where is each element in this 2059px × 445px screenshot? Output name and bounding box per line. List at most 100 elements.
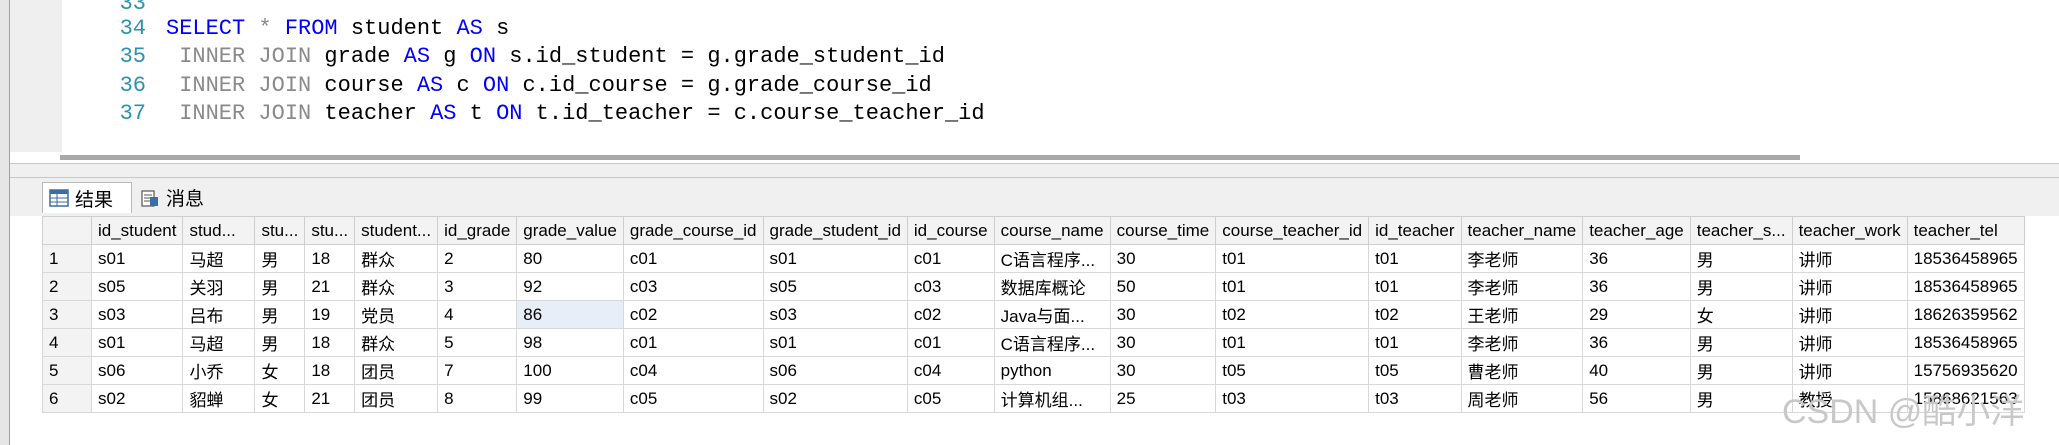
grid-cell[interactable]: 18 — [304, 328, 356, 357]
grid-cell[interactable]: 36 — [1582, 244, 1691, 273]
grid-cell[interactable]: 男 — [1689, 356, 1793, 385]
grid-cell[interactable]: t01 — [1368, 328, 1462, 357]
table-row[interactable]: 2 s05 关羽男 21 群众 3 92 c03 s05 c03 数据库概论 50 t01 t01 李老师 3… — [42, 272, 2025, 301]
grid-cell[interactable]: 86 — [516, 300, 624, 329]
grid-cell[interactable]: s01 — [90, 244, 184, 273]
grid-cell[interactable]: C语言程序... — [993, 244, 1111, 273]
grid-cell[interactable]: 男 — [254, 328, 306, 357]
row-number-cell[interactable]: 2 — [42, 272, 92, 301]
grid-cell[interactable]: 3 — [437, 272, 518, 301]
grid-cell[interactable]: c04 — [622, 356, 764, 385]
column-header[interactable]: teacher_tel — [1906, 216, 2025, 245]
grid-cell[interactable]: 18536458965 — [1906, 272, 2025, 301]
grid-cell[interactable]: s06 — [90, 356, 184, 385]
column-header[interactable]: stu... — [254, 216, 306, 245]
grid-cell[interactable]: t01 — [1368, 272, 1462, 301]
grid-cell[interactable]: s05 — [90, 272, 184, 301]
grid-cell[interactable]: 李老师 — [1460, 244, 1584, 273]
column-header[interactable]: id_student — [90, 216, 184, 245]
grid-cell[interactable]: s05 — [762, 272, 908, 301]
grid-cell[interactable]: c01 — [622, 328, 764, 357]
grid-cell[interactable]: 18 — [304, 244, 356, 273]
grid-cell[interactable]: s01 — [90, 328, 184, 357]
grid-cell[interactable]: 21 — [304, 272, 356, 301]
grid-cell[interactable]: 关羽 — [182, 272, 256, 301]
grid-cell[interactable]: c02 — [906, 300, 995, 329]
grid-cell[interactable]: 18 — [304, 356, 356, 385]
column-header[interactable]: course_time — [1109, 216, 1217, 245]
grid-cell[interactable]: t02 — [1215, 300, 1370, 329]
grid-cell[interactable]: 男 — [254, 244, 306, 273]
grid-cell[interactable]: 80 — [516, 244, 624, 273]
grid-cell[interactable]: c03 — [622, 272, 764, 301]
grid-cell[interactable]: 吕布 — [182, 300, 256, 329]
grid-cell[interactable]: 党员 — [354, 300, 439, 329]
grid-cell[interactable]: 7 — [437, 356, 518, 385]
grid-cell[interactable]: 8 — [437, 384, 518, 413]
grid-cell[interactable]: 30 — [1109, 244, 1217, 273]
row-number-cell[interactable]: 5 — [42, 356, 92, 385]
grid-cell[interactable]: 貂蝉 — [182, 384, 256, 413]
grid-cell[interactable]: 40 — [1582, 356, 1691, 385]
grid-cell[interactable]: 18536458965 — [1906, 328, 2025, 357]
grid-cell[interactable]: 周老师 — [1460, 384, 1584, 413]
grid-cell[interactable]: 19 — [304, 300, 356, 329]
grid-cell[interactable]: t01 — [1215, 272, 1370, 301]
grid-cell[interactable]: 讲师 — [1791, 244, 1908, 273]
grid-cell[interactable]: 36 — [1582, 328, 1691, 357]
tab-messages[interactable]: 消息 — [134, 182, 228, 213]
grid-cell[interactable]: 男 — [254, 272, 306, 301]
grid-cell[interactable]: c01 — [906, 244, 995, 273]
row-number-cell[interactable]: 4 — [42, 328, 92, 357]
grid-cell[interactable]: 群众 — [354, 272, 439, 301]
grid-cell[interactable]: 计算机组... — [993, 384, 1111, 413]
grid-cell[interactable]: C语言程序... — [993, 328, 1111, 357]
grid-cell[interactable]: 马超 — [182, 244, 256, 273]
column-header[interactable]: id_course — [906, 216, 995, 245]
grid-cell[interactable]: 讲师 — [1791, 300, 1908, 329]
row-number-cell[interactable]: 3 — [42, 300, 92, 329]
grid-cell[interactable]: 98 — [516, 328, 624, 357]
grid-cell[interactable]: t01 — [1215, 328, 1370, 357]
grid-cell[interactable]: 团员 — [354, 356, 439, 385]
editor-horizontal-scrollbar[interactable] — [60, 155, 1800, 160]
grid-cell[interactable]: 女 — [254, 356, 306, 385]
grid-cell[interactable]: 曹老师 — [1460, 356, 1584, 385]
column-header[interactable]: grade_course_id — [622, 216, 764, 245]
grid-cell[interactable]: s06 — [762, 356, 908, 385]
column-header[interactable]: stu... — [304, 216, 356, 245]
grid-cell[interactable]: 30 — [1109, 356, 1217, 385]
grid-cell[interactable]: t02 — [1368, 300, 1462, 329]
grid-cell[interactable]: 21 — [304, 384, 356, 413]
column-header[interactable]: id_grade — [437, 216, 518, 245]
grid-cell[interactable]: c01 — [906, 328, 995, 357]
grid-cell[interactable]: c02 — [622, 300, 764, 329]
grid-cell[interactable]: 4 — [437, 300, 518, 329]
grid-cell[interactable]: 男 — [1689, 244, 1793, 273]
table-row[interactable]: 3 s03 吕布男 19 党员 4 86 c02 s03 c02 Java与面... 30 t02 t02… — [42, 300, 2025, 329]
column-header[interactable]: teacher_work — [1791, 216, 1908, 245]
grid-cell[interactable]: 18626359562 — [1906, 300, 2025, 329]
grid-cell[interactable]: 50 — [1109, 272, 1217, 301]
grid-cell[interactable]: t03 — [1215, 384, 1370, 413]
tab-results[interactable]: 结果 — [42, 182, 132, 213]
grid-cell[interactable]: 36 — [1582, 272, 1691, 301]
column-header[interactable]: id_teacher — [1368, 216, 1462, 245]
grid-cell[interactable]: t01 — [1368, 244, 1462, 273]
grid-cell[interactable]: 99 — [516, 384, 624, 413]
grid-cell[interactable]: 李老师 — [1460, 272, 1584, 301]
table-row[interactable]: 4 s01 马超男 18 群众 5 98 c01 s01 c01 C语言程序... 30 t01 t01 李… — [42, 328, 2025, 357]
grid-cell[interactable]: c01 — [622, 244, 764, 273]
grid-cell[interactable]: 25 — [1109, 384, 1217, 413]
grid-cell[interactable]: 56 — [1582, 384, 1691, 413]
grid-cell[interactable]: 30 — [1109, 328, 1217, 357]
grid-cell[interactable]: t05 — [1215, 356, 1370, 385]
grid-cell[interactable]: 5 — [437, 328, 518, 357]
grid-cell[interactable]: Java与面... — [993, 300, 1111, 329]
grid-cell[interactable]: 男 — [1689, 384, 1793, 413]
grid-cell[interactable]: t01 — [1215, 244, 1370, 273]
grid-cell[interactable]: 15756935620 — [1906, 356, 2025, 385]
grid-cell[interactable]: s02 — [90, 384, 184, 413]
grid-cell[interactable]: s01 — [762, 244, 908, 273]
grid-cell[interactable]: 29 — [1582, 300, 1691, 329]
